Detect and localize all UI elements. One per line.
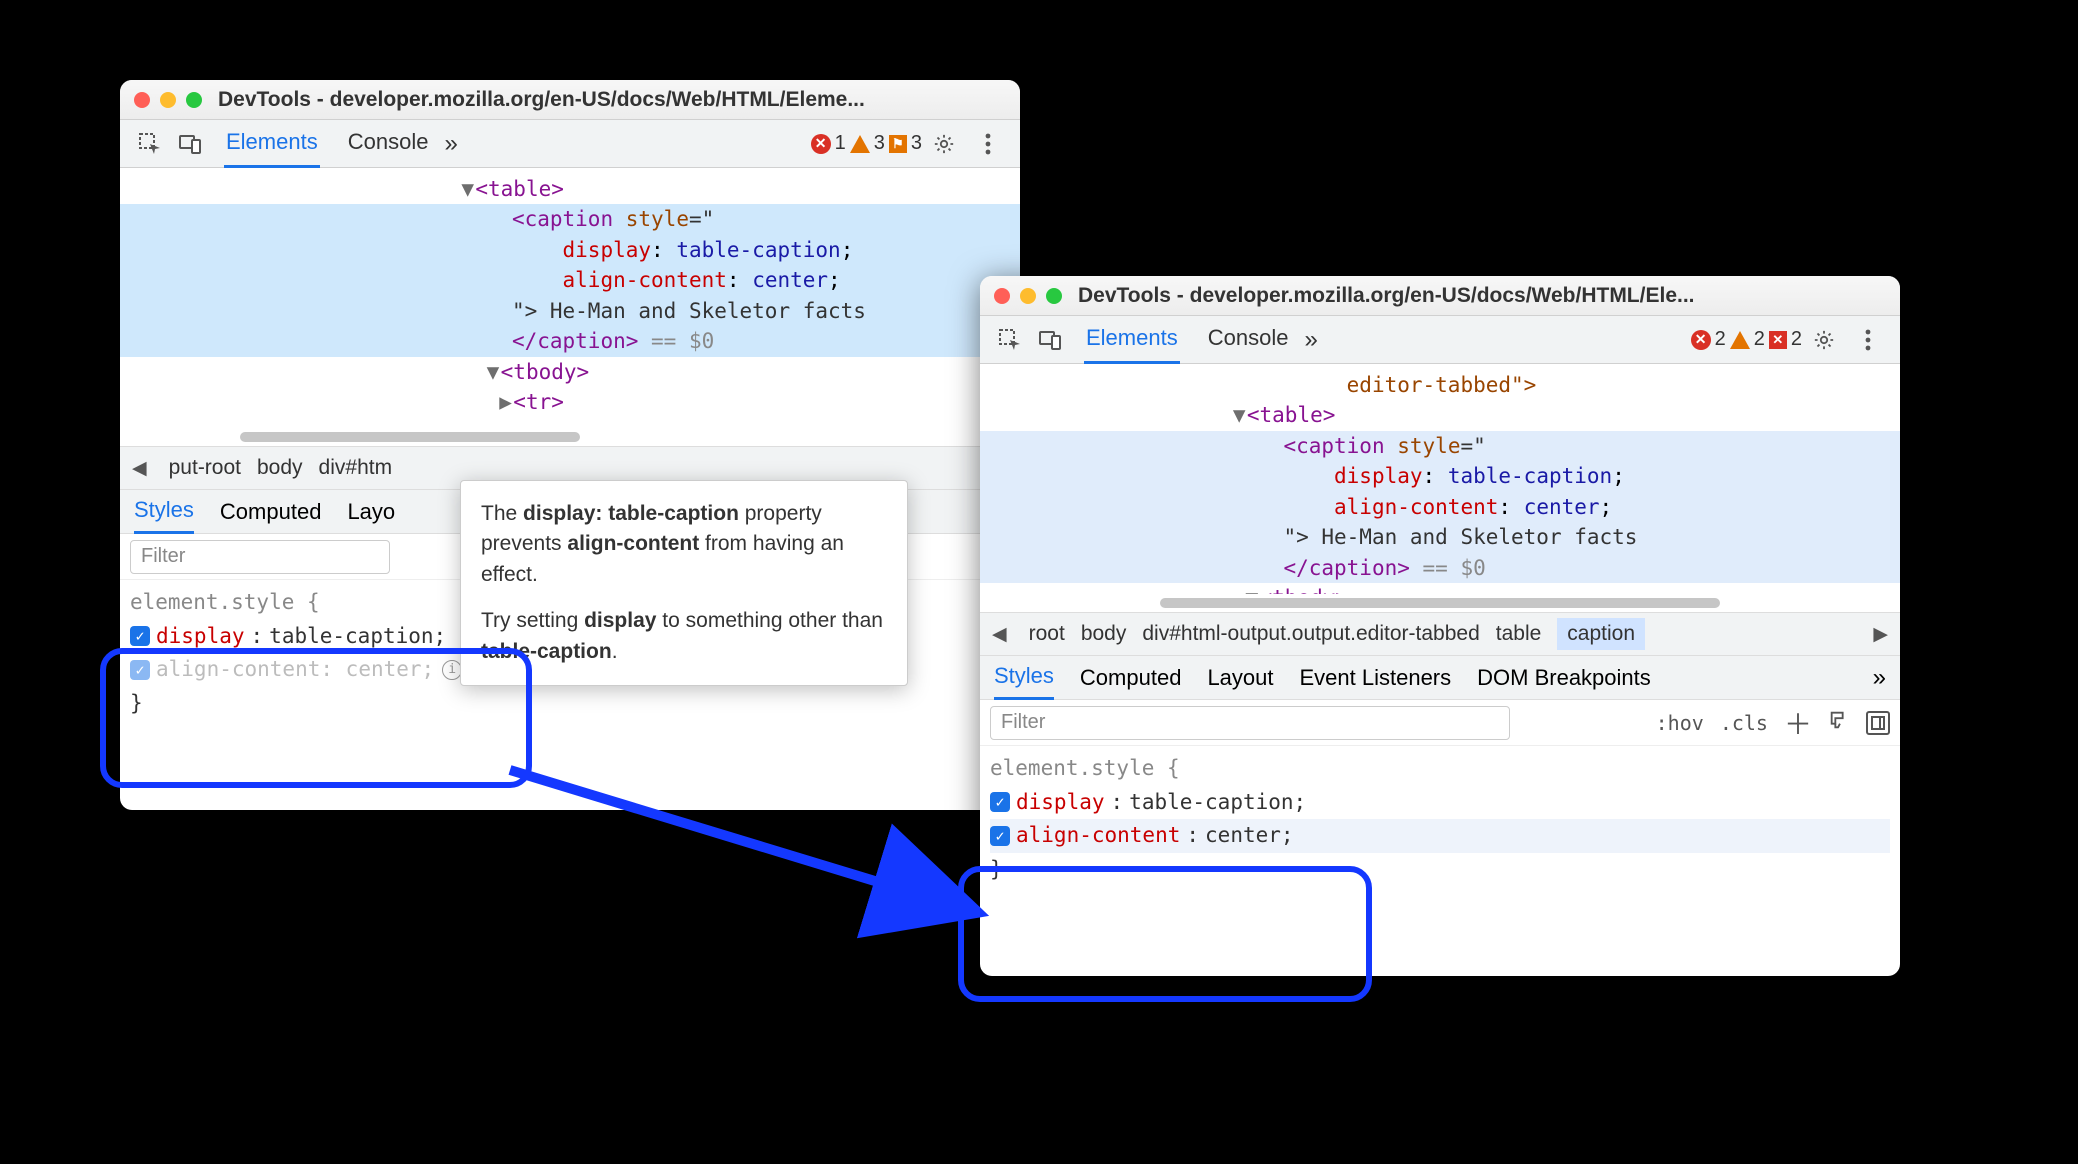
more-tabs-icon[interactable]: » [1304,326,1317,354]
window-title: DevTools - developer.mozilla.org/en-US/d… [218,88,1006,112]
tab-dom-breakpoints[interactable]: DOM Breakpoints [1477,657,1651,699]
crumb-div[interactable]: div#html-output.output.editor-tabbed [1142,622,1479,646]
crumb-root[interactable]: root [1029,622,1065,646]
device-toggle-icon[interactable] [1036,326,1064,354]
issues-badge[interactable]: ✕2 [1769,328,1802,351]
panel-tabs: Elements Console [224,119,430,168]
tab-styles[interactable]: Styles [994,655,1054,700]
error-icon: ✕ [811,134,831,154]
tab-event-listeners[interactable]: Event Listeners [1300,657,1452,699]
inspect-icon[interactable] [996,326,1024,354]
tab-elements[interactable]: Elements [1084,315,1180,364]
checkbox-icon[interactable]: ✓ [130,626,150,646]
checkbox-icon[interactable]: ✓ [990,826,1010,846]
paint-icon[interactable] [1828,709,1850,737]
tab-computed[interactable]: Computed [1080,657,1182,699]
close-brace: } [130,687,1010,721]
minimize-icon[interactable] [1020,288,1036,304]
crumb-body[interactable]: body [1081,622,1127,646]
kebab-menu-icon[interactable] [1854,326,1882,354]
close-brace: } [990,853,1890,887]
more-tabs-icon[interactable]: » [444,130,457,158]
kebab-menu-icon[interactable] [974,130,1002,158]
computed-panel-icon[interactable] [1866,711,1890,735]
more-tabs-icon[interactable]: » [1873,664,1886,692]
filter-row: Filter :hov .cls ＋ [980,700,1900,746]
crumb-put-root[interactable]: put-root [169,456,241,480]
titlebar: DevTools - developer.mozilla.org/en-US/d… [120,80,1020,120]
rule-display[interactable]: ✓ display: table-caption; [990,786,1890,820]
devtools-window-after: DevTools - developer.mozilla.org/en-US/d… [980,276,1900,976]
tab-computed[interactable]: Computed [220,491,322,533]
close-icon[interactable] [134,92,150,108]
warning-badge[interactable]: 3 [850,132,885,155]
error-badge[interactable]: ✕2 [1691,328,1726,351]
checkbox-icon[interactable]: ✓ [990,792,1010,812]
tab-console[interactable]: Console [346,119,431,168]
issues-badge[interactable]: ⚑3 [889,132,922,155]
warning-badge[interactable]: 2 [1730,328,1765,351]
styles-subtabs: Styles Computed Layout Event Listeners D… [980,656,1900,700]
horizontal-scrollbar[interactable] [980,594,1900,612]
close-icon[interactable] [994,288,1010,304]
flag-icon: ✕ [1769,331,1787,349]
horizontal-scrollbar[interactable] [120,428,1020,446]
tab-layout[interactable]: Layout [1207,657,1273,699]
device-toggle-icon[interactable] [176,130,204,158]
warning-icon [850,135,870,153]
status-icons: ✕2 2 ✕2 [1691,328,1802,351]
tab-layout[interactable]: Layo [347,491,395,533]
dom-tree[interactable]: editor-tabbed"> ▼<table> <caption style=… [980,364,1900,594]
dom-tree[interactable]: ▼<table> <caption style=" display: table… [120,168,1020,428]
status-icons: ✕1 3 ⚑3 [811,132,922,155]
tab-styles[interactable]: Styles [134,489,194,534]
devtools-toolbar: Elements Console » ✕2 2 ✕2 [980,316,1900,364]
panel-tabs: Elements Console [1084,315,1290,364]
rule-align-content[interactable]: ✓ align-content: center; [990,819,1890,853]
traffic-lights [134,92,202,108]
hint-tooltip: The display: table-caption property prev… [460,480,908,686]
error-badge[interactable]: ✕1 [811,132,846,155]
breadcrumb[interactable]: ◀ root body div#html-output.output.edito… [980,612,1900,656]
hov-toggle[interactable]: :hov [1656,711,1704,735]
flag-icon: ⚑ [889,135,907,153]
cls-toggle[interactable]: .cls [1720,711,1768,735]
inspect-icon[interactable] [136,130,164,158]
crumb-caption[interactable]: caption [1557,618,1645,650]
tab-elements[interactable]: Elements [224,119,320,168]
crumb-body[interactable]: body [257,456,303,480]
filter-input[interactable]: Filter [990,706,1510,740]
crumb-table[interactable]: table [1496,622,1542,646]
new-style-rule-icon[interactable]: ＋ [1784,703,1812,743]
error-icon: ✕ [1691,330,1711,350]
crumb-div[interactable]: div#htm [319,456,393,480]
devtools-window-before: DevTools - developer.mozilla.org/en-US/d… [120,80,1020,810]
warning-icon [1730,331,1750,349]
zoom-icon[interactable] [1046,288,1062,304]
window-title: DevTools - developer.mozilla.org/en-US/d… [1078,284,1886,308]
chevron-left-icon[interactable]: ◀ [126,453,153,484]
filter-input[interactable]: Filter [130,540,390,574]
traffic-lights [994,288,1062,304]
selector-line: element.style { [990,752,1890,786]
styles-pane[interactable]: element.style { ✓ display: table-caption… [980,746,1900,892]
minimize-icon[interactable] [160,92,176,108]
devtools-toolbar: Elements Console » ✕1 3 ⚑3 [120,120,1020,168]
titlebar: DevTools - developer.mozilla.org/en-US/d… [980,276,1900,316]
gear-icon[interactable] [930,130,958,158]
checkbox-icon[interactable]: ✓ [130,660,150,680]
chevron-left-icon[interactable]: ◀ [986,619,1013,650]
gear-icon[interactable] [1810,326,1838,354]
zoom-icon[interactable] [186,92,202,108]
tab-console[interactable]: Console [1206,315,1291,364]
chevron-right-icon[interactable]: ▶ [1867,619,1894,650]
